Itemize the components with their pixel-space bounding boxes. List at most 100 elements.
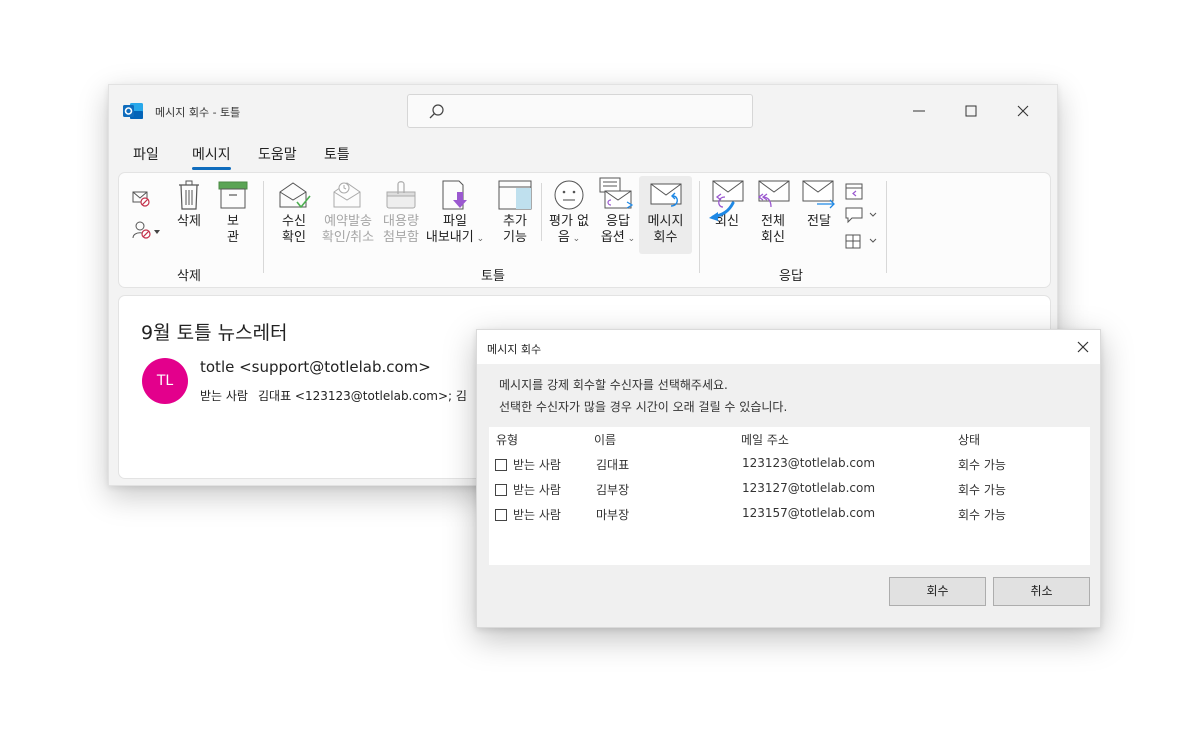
title-bar: 메시지 회수 - 토틀 — [109, 85, 1057, 137]
ribbon-divider — [263, 181, 264, 273]
dialog-title: 메시지 회수 — [487, 343, 542, 356]
file-export-icon — [442, 180, 467, 210]
archive-label-1: 보 — [227, 214, 239, 229]
search-box[interactable] — [407, 94, 753, 128]
recall-pointer-arrow-icon — [709, 201, 735, 221]
close-icon[interactable] — [1076, 340, 1090, 354]
minimize-icon[interactable] — [909, 101, 929, 121]
close-window-icon[interactable] — [1013, 101, 1033, 121]
no-rating-label-1: 평가 없 — [548, 214, 589, 229]
row-email: 123157@totlelab.com — [742, 506, 876, 520]
envelope-reply-all-icon — [757, 180, 790, 208]
dialog-message-1: 메시지를 강제 회수할 수신자를 선택해주세요. — [499, 378, 728, 392]
dialog-header: 메시지 회수 — [477, 330, 1100, 364]
row-checkbox[interactable] — [495, 484, 507, 496]
row-type: 받는 사람 — [513, 483, 561, 497]
archive-icon — [218, 181, 248, 209]
row-name: 김부장 — [596, 483, 630, 497]
large-attach-label-2: 첨부함 — [383, 230, 419, 245]
delete-label: 삭제 — [177, 214, 201, 229]
archive-label-2: 관 — [227, 230, 239, 245]
ribbon-divider — [699, 181, 700, 273]
menu-file[interactable]: 파일 — [133, 144, 159, 164]
forward-button[interactable]: 전달 — [801, 180, 837, 230]
no-rating-button[interactable]: 평가 없 음 ⌄ — [547, 180, 591, 247]
envelope-forward-icon — [802, 180, 835, 209]
addins-button[interactable]: 추가 기능 — [493, 180, 537, 246]
reply-all-button[interactable]: 전체 회신 — [753, 180, 793, 246]
recall-message-button[interactable]: 메시지 회수 — [639, 176, 692, 254]
delete-button[interactable]: 삭제 — [171, 180, 207, 230]
menu-help[interactable]: 도움말 — [258, 144, 297, 164]
chat-reply-icon[interactable] — [844, 206, 878, 224]
export-label-2: 내보내기 ⌄ — [425, 230, 485, 245]
recipients-table: 유형 이름 메일 주소 상태 받는 사람 김대표 123123@totlelab… — [489, 427, 1090, 565]
ribbon-divider — [541, 183, 542, 241]
read-receipt-button[interactable]: 수신 확인 — [276, 180, 312, 246]
reply-options-icon — [599, 177, 634, 209]
ignore-icon[interactable] — [131, 188, 153, 208]
row-status: 회수 가능 — [958, 508, 1006, 522]
forward-label: 전달 — [807, 214, 831, 229]
reply-all-label-2: 회신 — [761, 230, 785, 245]
maximize-icon[interactable] — [961, 101, 981, 121]
recall-confirm-button[interactable]: 회수 — [889, 577, 986, 606]
scheduled-send-label-2: 확인/취소 — [321, 230, 375, 245]
to-value[interactable]: 김대표 <123123@totlelab.com>; 김 — [258, 389, 467, 403]
ribbon: 삭제 보 관 삭제 수신 확인 예약발송 확인/취소 대용량 첨부함 파일 내보… — [118, 172, 1051, 288]
group-label-totle: 토틀 — [481, 269, 505, 284]
more-reply-icon[interactable] — [844, 231, 878, 251]
recall-label-1: 메시지 — [647, 214, 684, 229]
scheduled-envelope-icon — [333, 182, 361, 208]
export-label-2-text: 내보내기 — [425, 230, 474, 245]
column-header-type: 유형 — [496, 433, 519, 447]
export-file-button[interactable]: 파일 내보내기 ⌄ — [425, 180, 485, 247]
paperclip-box-icon — [386, 181, 416, 209]
envelope-recall-icon — [650, 183, 681, 207]
row-checkbox[interactable] — [495, 509, 507, 521]
archive-button[interactable]: 보 관 — [215, 180, 251, 246]
message-subject: 9월 토틀 뉴스레터 — [141, 322, 288, 344]
ribbon-divider — [886, 181, 887, 273]
menu-bar: 파일 메시지 도움말 토틀 — [109, 141, 1057, 170]
row-email: 123127@totlelab.com — [742, 481, 876, 495]
block-sender-icon[interactable] — [131, 219, 163, 241]
recall-dialog: 메시지 회수 메시지를 강제 회수할 수신자를 선택해주세요. 선택한 수신자가… — [476, 329, 1101, 628]
window-title: 메시지 회수 - 토틀 — [155, 106, 241, 119]
row-status: 회수 가능 — [958, 483, 1006, 497]
addins-label-1: 추가 — [503, 214, 527, 229]
menu-message[interactable]: 메시지 — [192, 144, 231, 170]
large-attach-label-1: 대용량 — [383, 214, 419, 229]
neutral-face-icon — [554, 180, 584, 210]
reply-options-button[interactable]: 응답 옵션 ⌄ — [595, 177, 641, 247]
sender[interactable]: totle <support@totlelab.com> — [200, 358, 431, 376]
cancel-button[interactable]: 취소 — [993, 577, 1090, 606]
recall-label-2: 회수 — [653, 230, 678, 245]
read-receipt-label-2: 확인 — [282, 230, 306, 245]
reply-options-label-2: 옵션 ⌄ — [600, 230, 636, 245]
addins-icon — [498, 180, 532, 210]
read-receipt-label-1: 수신 — [282, 214, 306, 229]
envelope-check-icon — [279, 182, 311, 209]
no-rating-label-2-text: 음 — [557, 230, 570, 245]
row-type: 받는 사람 — [513, 508, 561, 522]
group-label-reply: 응답 — [779, 269, 803, 284]
reply-all-label-1: 전체 — [761, 214, 785, 229]
scheduled-send-label-1: 예약발송 — [324, 214, 372, 229]
addins-label-2: 기능 — [503, 230, 527, 245]
avatar[interactable]: TL — [142, 358, 188, 404]
scheduled-send-button[interactable]: 예약발송 확인/취소 — [320, 180, 376, 246]
group-label-delete: 삭제 — [177, 269, 201, 284]
column-header-name: 이름 — [594, 433, 617, 447]
menu-totle[interactable]: 토틀 — [324, 144, 350, 164]
column-header-status: 상태 — [958, 433, 981, 447]
row-email: 123123@totlelab.com — [742, 456, 876, 470]
row-checkbox[interactable] — [495, 459, 507, 471]
no-rating-label-2: 음 ⌄ — [557, 230, 581, 245]
search-icon — [429, 104, 444, 119]
row-type: 받는 사람 — [513, 458, 561, 472]
row-status: 회수 가능 — [958, 458, 1006, 472]
calendar-reply-icon[interactable] — [844, 181, 864, 201]
large-attachment-button[interactable]: 대용량 첨부함 — [381, 180, 421, 246]
reply-options-label-2-text: 옵션 — [600, 230, 625, 245]
